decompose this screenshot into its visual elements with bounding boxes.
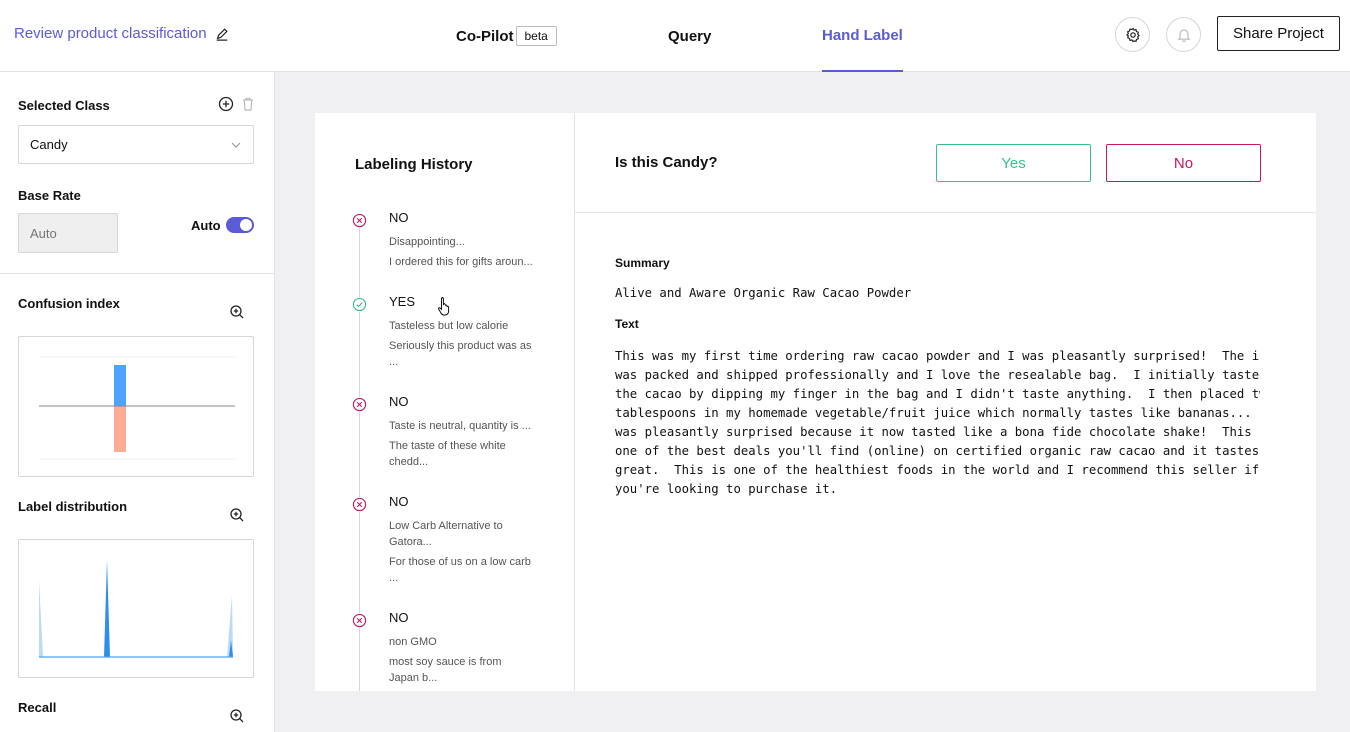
history-summary: non GMO (389, 636, 437, 648)
x-circle-icon (352, 213, 367, 228)
check-circle-icon (352, 297, 367, 312)
notifications-button[interactable] (1166, 17, 1201, 52)
zoom-in-icon[interactable] (229, 304, 245, 320)
no-button[interactable]: No (1106, 144, 1261, 182)
yes-button[interactable]: Yes (936, 144, 1091, 182)
labeling-panel: Labeling History NO Disappointing... I o… (315, 113, 1316, 691)
history-summary: Disappointing... (389, 236, 465, 248)
edit-pencil-icon[interactable] (215, 27, 229, 41)
review-text-value: This was my first time ordering raw caca… (615, 349, 1260, 496)
x-circle-icon (352, 613, 367, 628)
tab-copilot-label[interactable]: Co-Pilot (456, 28, 514, 45)
history-item[interactable]: NO Taste is neutral, quantity is ... The… (352, 394, 552, 468)
sidebar-divider (0, 273, 274, 274)
chevron-down-icon (231, 142, 241, 148)
selected-class-value: Candy (30, 137, 68, 152)
labeling-history-title: Labeling History (355, 156, 473, 173)
history-text: Seriously this product was as ... (389, 340, 532, 368)
tab-copilot[interactable]: Co-Pilot beta (456, 0, 557, 72)
main-area: Labeling History NO Disappointing... I o… (275, 72, 1350, 732)
history-summary: Low Carb Alternative to Gatora... (389, 520, 503, 548)
selected-class-label: Selected Class (18, 98, 110, 113)
project-title[interactable]: Review product classification (14, 25, 229, 42)
confusion-bar-negative (114, 406, 126, 452)
summary-value: Alive and Aware Organic Raw Cacao Powder (615, 286, 912, 300)
label-question: Is this Candy? (615, 154, 718, 171)
top-header: Review product classification Co-Pilot b… (0, 0, 1350, 72)
content-divider (575, 212, 1316, 213)
delete-class-icon[interactable] (240, 96, 256, 112)
distribution-peak-right-light (227, 595, 233, 657)
text-label: Text (615, 317, 639, 331)
project-title-text[interactable]: Review product classification (14, 25, 207, 42)
share-project-button[interactable]: Share Project (1217, 16, 1340, 51)
history-summary: Taste is neutral, quantity is ... (389, 420, 531, 432)
history-text: most soy sauce is from Japan b... (389, 656, 502, 684)
zoom-in-icon[interactable] (229, 507, 245, 523)
base-rate-input[interactable] (18, 213, 118, 253)
x-circle-icon (352, 497, 367, 512)
history-text: I ordered this for gifts aroun... (389, 256, 533, 268)
zoom-in-icon[interactable] (229, 708, 245, 724)
history-item[interactable]: NO non GMO most soy sauce is from Japan … (352, 610, 552, 684)
history-verdict: NO (389, 394, 409, 409)
history-text: For those of us on a low carb ... (389, 556, 531, 584)
history-verdict: NO (389, 210, 409, 225)
history-item[interactable]: NO Disappointing... I ordered this for g… (352, 210, 552, 273)
review-content: Is this Candy? Yes No Summary Alive and … (575, 113, 1316, 691)
add-class-icon[interactable] (218, 96, 234, 112)
confusion-chart-svg (39, 356, 235, 460)
confusion-index-label: Confusion index (18, 296, 120, 311)
history-verdict: YES (389, 294, 416, 309)
auto-toggle[interactable] (226, 217, 254, 233)
selected-class-dropdown[interactable]: Candy (18, 125, 254, 164)
distribution-peak-left (39, 580, 43, 657)
settings-button[interactable] (1115, 17, 1150, 52)
gear-icon (1125, 27, 1140, 42)
history-summary: Tasteless but low calorie (389, 320, 509, 332)
summary-label: Summary (615, 256, 670, 270)
history-verdict: NO (389, 610, 409, 625)
distribution-peak-middle (104, 560, 110, 657)
hand-pointer-cursor-icon (437, 297, 450, 316)
left-sidebar: Selected Class Candy Base Rate Auto Conf… (0, 72, 275, 732)
label-distribution-chart (18, 539, 254, 678)
beta-badge: beta (515, 26, 557, 46)
tab-query[interactable]: Query (668, 0, 711, 72)
labeling-history: Labeling History NO Disappointing... I o… (315, 113, 575, 691)
history-text: The taste of these white chedd... (389, 440, 506, 468)
recall-label: Recall (18, 700, 57, 715)
x-circle-icon (352, 397, 367, 412)
history-item[interactable]: NO Low Carb Alternative to Gatora... For… (352, 494, 552, 587)
auto-toggle-label: Auto (191, 218, 221, 233)
distribution-chart-svg (39, 560, 233, 658)
confusion-index-chart (18, 336, 254, 477)
confusion-bar-positive (114, 365, 126, 406)
bell-icon (1176, 28, 1191, 42)
label-distribution-label: Label distribution (18, 499, 128, 514)
base-rate-label: Base Rate (18, 188, 81, 203)
history-verdict: NO (389, 494, 409, 509)
tab-hand-label[interactable]: Hand Label (822, 0, 903, 72)
